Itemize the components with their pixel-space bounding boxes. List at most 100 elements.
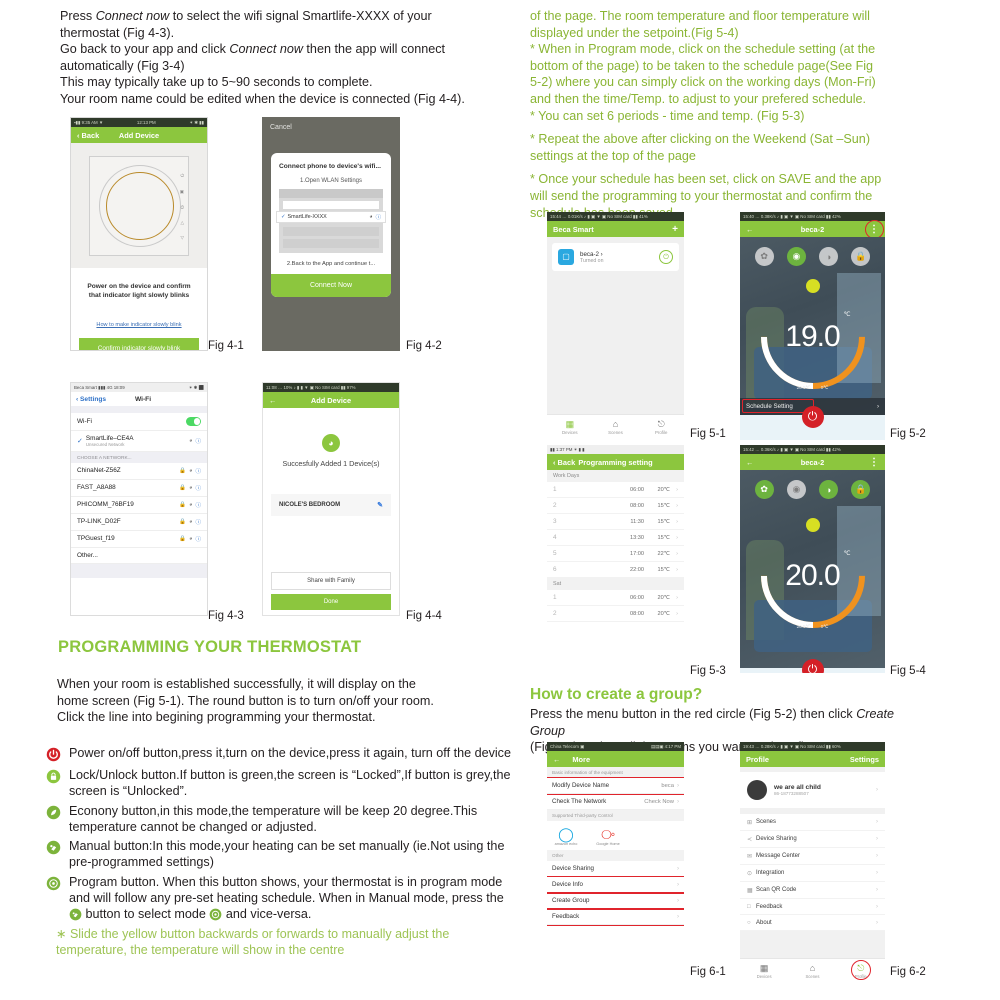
amazon-alexa-button[interactable]: ◯ amazon echo bbox=[552, 827, 580, 847]
info-icon[interactable]: ⓘ bbox=[195, 518, 201, 526]
right-line-6: and then the time/Temp. to adjust to you… bbox=[530, 91, 867, 106]
menu-button[interactable]: ⋮ bbox=[869, 457, 879, 468]
program-clock-icon-inline bbox=[209, 907, 226, 921]
done-button[interactable]: Done bbox=[271, 594, 391, 610]
add-device-button[interactable]: + bbox=[672, 224, 678, 235]
economy-mode-icon[interactable]: ✿ bbox=[754, 247, 774, 266]
tab-profile[interactable]: ⎋ Profile bbox=[638, 415, 684, 438]
menu-item-device-sharing[interactable]: ≺ Device Sharing › bbox=[740, 831, 885, 848]
menu-button[interactable]: ⋮ bbox=[869, 224, 879, 235]
how-to-link[interactable]: How to make indicator slowly blink bbox=[71, 322, 207, 328]
wifi-toggle-row[interactable]: Wi-Fi bbox=[71, 413, 207, 431]
status-bar: ▪▮▮ 9:35 AM ▼ 12:13 PM ✶ ✱ ▮▮ bbox=[71, 118, 207, 127]
instruction-text: Power on the device and confirm that ind… bbox=[71, 268, 207, 300]
cancel-button[interactable]: Cancel bbox=[262, 117, 400, 131]
row-create-group[interactable]: Create Group › bbox=[547, 892, 684, 910]
status-bar: China Telecom ▣ ▤▤▣ 4:17 PM bbox=[547, 742, 684, 751]
power-icon[interactable]: ⏻ bbox=[801, 406, 824, 428]
menu-item-about[interactable]: ○ About › bbox=[740, 915, 885, 931]
network-row[interactable]: PHICOMM_76BF19 🔒 ◕ ⓘ bbox=[71, 497, 207, 514]
economy-mode-icon[interactable]: ✿ bbox=[754, 480, 774, 499]
schedule-row[interactable]: 4 13:30 15℃ › bbox=[547, 530, 684, 546]
profile-card[interactable]: we are all child 86-18773288507 › bbox=[740, 772, 885, 808]
back-button[interactable]: ← bbox=[553, 755, 560, 764]
tab-devices[interactable]: ▦ Devices bbox=[547, 415, 593, 438]
room-name: NICOLE'S BEDROOM bbox=[279, 502, 341, 508]
power-footer: ⏻ bbox=[740, 659, 885, 673]
success-message: Succesfully Added 1 Device(s) bbox=[282, 459, 380, 468]
info-icon[interactable]: ⓘ bbox=[376, 213, 381, 221]
connect-now-button[interactable]: Connect Now bbox=[271, 274, 391, 297]
schedule-row[interactable]: 1 06:00 20℃ › bbox=[547, 590, 684, 606]
lock-mode-icon[interactable]: 🔒 bbox=[851, 480, 871, 499]
network-row[interactable]: ChinaNet-Z56Z 🔒 ◕ ⓘ bbox=[71, 463, 207, 480]
schedule-row[interactable]: 2 08:00 15℃ › bbox=[547, 498, 684, 514]
device-power-button[interactable]: ⏻ bbox=[659, 250, 673, 264]
program-mode-icon[interactable]: ◉ bbox=[786, 480, 806, 499]
room-name-row[interactable]: NICOLE'S BEDROOM ✎ bbox=[271, 494, 391, 516]
menu-item-message-center[interactable]: ✉ Message Center › bbox=[740, 848, 885, 865]
info-icon[interactable]: ⓘ bbox=[195, 484, 201, 492]
menu-item-scan-qr-code[interactable]: ▦ Scan QR Code › bbox=[740, 882, 885, 899]
tab-label: Devices bbox=[562, 430, 578, 435]
menu-item-integration[interactable]: ⊙ Integration › bbox=[740, 865, 885, 882]
network-name: TP-LINK_D02F bbox=[77, 518, 121, 525]
temperature-dial[interactable]: 19.0 ℃ 26.5℃ 0℃ bbox=[740, 263, 885, 411]
intro-line-1: Press Connect now to select the wifi sig… bbox=[60, 9, 432, 23]
caption-fig-5-3: Fig 5-3 bbox=[690, 665, 726, 677]
wifi-toggle[interactable] bbox=[186, 417, 201, 426]
back-to-settings-button[interactable]: ‹ Settings bbox=[76, 396, 106, 403]
row-modify-device-name[interactable]: Modify Device Name beca › bbox=[547, 777, 684, 795]
tab-profile[interactable]: ⎋ Profile bbox=[837, 959, 885, 982]
tab-scenes[interactable]: ⌂ Scenes bbox=[788, 959, 836, 982]
edit-pencil-icon[interactable]: ✎ bbox=[377, 501, 383, 509]
network-row[interactable]: TPGuest_f19 🔒 ◕ ⓘ bbox=[71, 531, 207, 548]
schedule-row[interactable]: 1 06:00 20℃ › bbox=[547, 482, 684, 498]
device-card[interactable]: ▢ beca-2 › Turned on ⏻ bbox=[552, 243, 679, 271]
schedule-row[interactable]: 5 17:00 22℃ › bbox=[547, 546, 684, 562]
info-icon[interactable]: ⓘ bbox=[195, 501, 201, 509]
tab-devices[interactable]: ▦ Devices bbox=[740, 959, 788, 982]
share-with-family-button[interactable]: Share with Family bbox=[271, 572, 391, 590]
google-home-button[interactable]: ⧂ Google Home bbox=[594, 827, 622, 847]
network-row-other[interactable]: Other... bbox=[71, 548, 207, 564]
period-index: 5 bbox=[553, 550, 557, 557]
fig-5-1-screenshot: 15:44 … 0.01K/s ♪ ▮ ▣ ▼ ▣ No SIM card ▮▮… bbox=[547, 212, 684, 438]
lock-mode-icon[interactable]: 🔒 bbox=[851, 247, 871, 266]
manual-mode-icon[interactable]: ◑ bbox=[819, 480, 839, 499]
row-check-the-network[interactable]: Check The Network Check Now › bbox=[547, 794, 684, 810]
settings-button[interactable]: Settings bbox=[850, 755, 879, 764]
chevron-right-icon: › bbox=[676, 782, 679, 789]
temperature-dial[interactable]: 20.0 ℃ 26.5℃ 0℃ bbox=[740, 502, 885, 650]
menu-item-feedback[interactable]: □ Feedback › bbox=[740, 899, 885, 915]
network-row[interactable]: TP-LINK_D02F 🔒 ◕ ⓘ bbox=[71, 514, 207, 531]
confirm-blink-button[interactable]: Confirm indicator slowly blink bbox=[79, 338, 199, 350]
programming-section-body: When your room is established successful… bbox=[57, 676, 512, 726]
manual-mode-icon[interactable]: ◑ bbox=[819, 247, 839, 266]
info-icon[interactable]: ⓘ bbox=[195, 467, 201, 475]
integration-icon: ⊙ bbox=[747, 870, 753, 877]
slide-yellow-button-note: ∗ Slide the yellow button backwards or f… bbox=[56, 927, 450, 958]
row-feedback[interactable]: Feedback › bbox=[547, 908, 684, 926]
intro-line-4: automatically (Fig 3-4) bbox=[60, 58, 185, 73]
info-icon[interactable]: ⓘ bbox=[195, 437, 201, 445]
menu-item-scenes[interactable]: ⊞ Scenes › bbox=[740, 814, 885, 831]
lock-icon: 🔒 bbox=[179, 501, 187, 508]
screen-title: Wi-Fi bbox=[134, 395, 152, 403]
connected-network-row[interactable]: ✓ SmartLife–CE4A Unsecured Network ◕ ⓘ bbox=[71, 431, 207, 452]
dial-knob[interactable] bbox=[805, 518, 820, 532]
tab-label: Scenes bbox=[805, 974, 820, 979]
row-device-sharing[interactable]: Device Sharing › bbox=[547, 861, 684, 877]
schedule-row[interactable]: 3 11:30 15℃ › bbox=[547, 514, 684, 530]
network-row[interactable]: FAST_A8A88 🔒 ◕ ⓘ bbox=[71, 480, 207, 497]
tab-scenes[interactable]: ⌂ Scenes bbox=[593, 415, 639, 438]
row-device-info[interactable]: Device Info › bbox=[547, 876, 684, 894]
program-mode-icon[interactable]: ◉ bbox=[786, 247, 806, 266]
schedule-row[interactable]: 6 22:00 15℃ › bbox=[547, 562, 684, 578]
schedule-row[interactable]: 2 08:00 20℃ › bbox=[547, 606, 684, 622]
info-icon[interactable]: ⓘ bbox=[195, 535, 201, 543]
dial-knob[interactable] bbox=[805, 279, 820, 293]
lock-icon bbox=[46, 767, 65, 800]
ssid-row[interactable]: ✓ SmartLife-XXXX ◕ ⓘ bbox=[276, 211, 386, 223]
power-icon[interactable]: ⏻ bbox=[801, 659, 824, 673]
